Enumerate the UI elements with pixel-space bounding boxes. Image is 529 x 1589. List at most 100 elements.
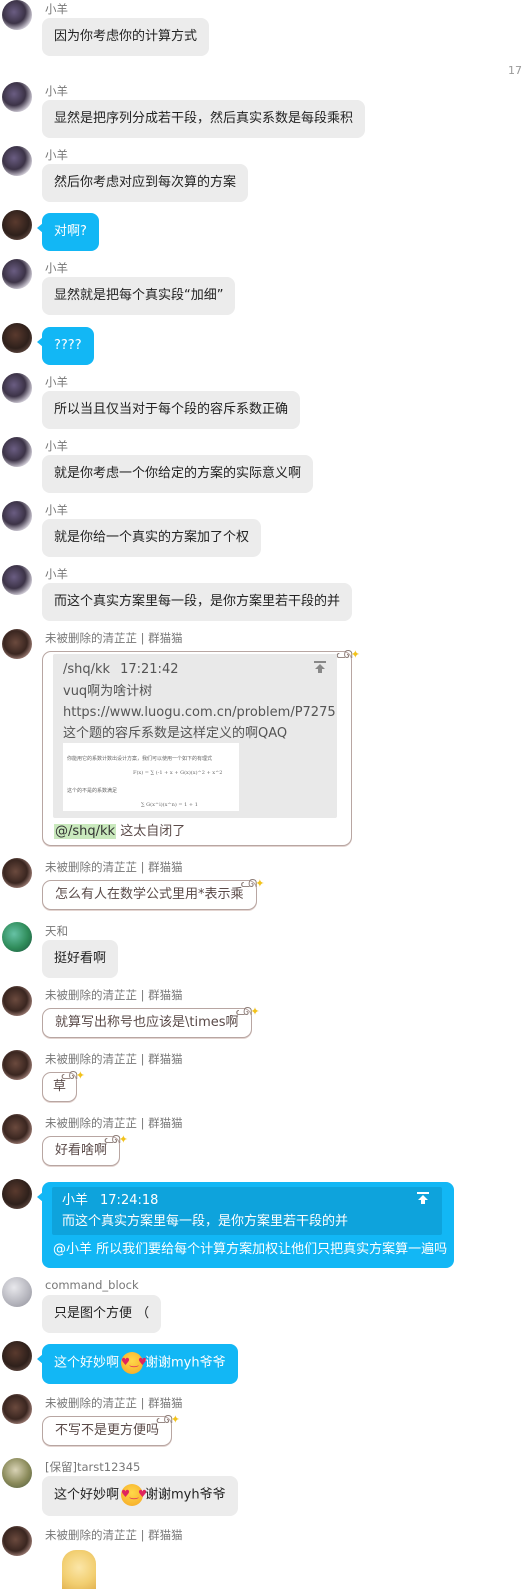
quote-line: vuq啊为啥计树 <box>63 684 153 699</box>
cat-ear-deco-icon: ᓚᘏ✦ <box>240 877 265 890</box>
message-bubble[interactable]: 不写不是更方便吗 ᓚᘏ✦ <box>42 1413 180 1446</box>
message-bubble[interactable]: 就算写出称号也应该是\times啊 ᓚᘏ✦ <box>42 1005 260 1038</box>
message-bubble[interactable]: 就是你给一个真实的方案加了个权 <box>42 519 262 557</box>
message-bubble-self[interactable]: 对啊? <box>37 213 99 251</box>
avatar[interactable] <box>2 1114 32 1144</box>
avatar[interactable] <box>2 1179 32 1209</box>
avatar[interactable] <box>2 323 32 353</box>
quote-author: /shq/kk <box>63 662 111 677</box>
sender-name: 未被删除的清芷芷 | 群猫猫 <box>45 1528 183 1542</box>
message-text: 这个好妙啊 <box>54 1487 120 1503</box>
avatar[interactable] <box>2 210 32 240</box>
sender-name: 未被删除的清芷芷 | 群猫猫 <box>45 631 183 645</box>
formula-image-text: ∑ G(x^i)(x^n) = 1 + 1 <box>141 802 198 808</box>
cat-ear-deco-icon: ᓚᘏ✦ <box>104 1133 128 1146</box>
sender-name: [保留]tarst12345 <box>45 1460 141 1474</box>
formula-image[interactable]: 你能用它的系数计数出设计方案，我们可以使用一个如下的有理式 F(x) = ∑ (… <box>63 743 239 811</box>
message-bubble-self[interactable]: 这个好妙啊 ♥‿♥谢谢myh爷爷 <box>37 1344 238 1384</box>
avatar[interactable] <box>2 986 32 1016</box>
sender-name: 小羊 <box>45 503 68 517</box>
message-text: 这个好妙啊 <box>54 1355 120 1371</box>
avatar[interactable] <box>2 1458 32 1488</box>
sender-name: 小羊 <box>45 261 68 275</box>
message-text: 谢谢myh爷爷 <box>145 1355 226 1371</box>
quote-time: 17:21:42 <box>120 662 179 677</box>
message-text: 怎么有人在数学公式里用*表示乘 <box>55 887 244 902</box>
avatar[interactable] <box>2 373 32 403</box>
avatar[interactable] <box>2 629 32 659</box>
quote-time: 17:24:18 <box>100 1193 159 1208</box>
avatar[interactable] <box>2 501 32 531</box>
message-bubble[interactable]: 挺好看啊 <box>42 940 119 978</box>
quote-link[interactable]: https://www.luogu.com.cn/problem/P7275 <box>63 702 336 723</box>
message-bubble[interactable]: 显然就是把每个真实段“加细” <box>42 277 236 315</box>
message-text: 谢谢myh爷爷 <box>145 1487 226 1503</box>
avatar[interactable] <box>2 1394 32 1424</box>
message-text: 就算写出称号也应该是\times啊 <box>55 1015 239 1030</box>
message-bubble[interactable]: 而这个真实方案里每一段，是你方案里若干段的并 <box>42 583 353 621</box>
avatar[interactable] <box>2 922 32 952</box>
message-bubble-self[interactable]: ???? <box>37 327 94 365</box>
avatar[interactable] <box>2 0 32 30</box>
quote-header: /shq/kk 17:21:42 <box>63 660 178 680</box>
quoted-message[interactable]: /shq/kk 17:21:42 vuq啊为啥计树 https://www.luo… <box>53 654 337 818</box>
avatar[interactable] <box>2 437 32 467</box>
sender-name: 小羊 <box>45 84 68 98</box>
mention[interactable]: @/shq/kk <box>54 824 117 839</box>
avatar[interactable] <box>2 146 32 176</box>
reply-body: 这太自闭了 <box>116 824 186 839</box>
sender-name: 小羊 <box>45 2 68 16</box>
pin-top-icon[interactable] <box>416 1191 430 1205</box>
sender-name: command_block <box>45 1278 139 1292</box>
message-bubble[interactable]: 怎么有人在数学公式里用*表示乘 ᓚᘏ✦ <box>42 877 265 910</box>
sender-name: 小羊 <box>45 567 68 581</box>
message-bubble[interactable]: 只是图个方便 （ <box>42 1295 162 1333</box>
quote-line: 而这个真实方案里每一段，是你方案里若干段的并 <box>62 1214 349 1229</box>
avatar[interactable] <box>2 1050 32 1080</box>
cat-ear-deco-icon: ᓚᘏ✦ <box>336 648 360 661</box>
sender-name: 小羊 <box>45 375 68 389</box>
avatar[interactable] <box>2 858 32 888</box>
message-bubble[interactable]: 这个好妙啊 ♥‿♥谢谢myh爷爷 <box>42 1476 238 1516</box>
message-bubble[interactable]: 因为你考虑你的计算方式 <box>42 18 210 56</box>
quote-line: 这个题的容斥系数是这样定义的啊QAQ <box>63 726 288 741</box>
quoted-message[interactable]: 小羊 17:24:18 而这个真实方案里每一段，是你方案里若干段的并 <box>52 1187 442 1235</box>
reply-text: @小羊 所以我们要给每个计算方案加权让他们只把真实方案算一遍吗 <box>53 1242 448 1257</box>
cat-ear-deco-icon: ᓚᘏ✦ <box>61 1069 85 1082</box>
heart-eyes-emoji-icon: ♥‿♥ <box>121 1484 147 1506</box>
sticker-image[interactable] <box>62 1550 96 1589</box>
sender-name: 未被删除的清芷芷 | 群猫猫 <box>45 1052 183 1066</box>
sender-name: 未被删除的清芷芷 | 群猫猫 <box>45 1396 183 1410</box>
cat-ear-deco-icon: ᓚᘏ✦ <box>235 1005 260 1018</box>
pin-top-icon[interactable] <box>313 660 327 674</box>
message-bubble[interactable]: 好看啥啊 ᓚᘏ✦ <box>42 1133 128 1166</box>
reply-text: @/shq/kk 这太自闭了 <box>54 822 185 842</box>
sender-name: 未被删除的清芷芷 | 群猫猫 <box>45 1116 183 1130</box>
avatar[interactable] <box>2 1526 32 1556</box>
avatar[interactable] <box>2 565 32 595</box>
quote-message-bubble[interactable]: ᓚᘏ✦ /shq/kk 17:21:42 vuq啊为啥计树 https://www… <box>42 648 360 846</box>
avatar[interactable] <box>2 259 32 289</box>
quote-body: vuq啊为啥计树 https://www.luogu.com.cn/proble… <box>63 681 336 744</box>
message-bubble[interactable]: 显然是把序列分成若干段，然后真实系数是每段乘积 <box>42 100 366 138</box>
message-text: 好看啥啊 <box>55 1143 108 1158</box>
formula-image-text: 这个的不是的系数满足 <box>67 788 118 794</box>
message-text: 不写不是更方便吗 <box>55 1423 160 1438</box>
quote-message-bubble-self[interactable]: 小羊 17:24:18 而这个真实方案里每一段，是你方案里若干段的并 @小羊 所以… <box>37 1182 454 1268</box>
message-bubble[interactable]: 草 ᓚᘏ✦ <box>42 1069 85 1102</box>
quote-author: 小羊 <box>62 1193 89 1208</box>
avatar[interactable] <box>2 82 32 112</box>
sender-name: 小羊 <box>45 148 68 162</box>
message-bubble[interactable]: 就是你考虑一个你给定的方案的实际意义啊 <box>42 455 314 493</box>
avatar[interactable] <box>2 1277 32 1307</box>
heart-eyes-emoji-icon: ♥‿♥ <box>121 1352 147 1374</box>
quote-header: 小羊 17:24:18 <box>62 1191 158 1211</box>
cat-ear-deco-icon: ᓚᘏ✦ <box>156 1413 180 1426</box>
avatar[interactable] <box>2 1341 32 1371</box>
sender-name: 未被删除的清芷芷 | 群猫猫 <box>45 860 183 874</box>
formula-image-text: F(x) = ∑ (-1 + x + G(x)(x)^2 + x^2 <box>133 770 223 776</box>
message-bubble[interactable]: 然后你考虑对应到每次算的方案 <box>42 164 249 202</box>
timestamp: 17 <box>508 64 522 77</box>
message-bubble[interactable]: 所以当且仅当对于每个段的容斥系数正确 <box>42 391 301 429</box>
sender-name: 天和 <box>45 924 68 938</box>
